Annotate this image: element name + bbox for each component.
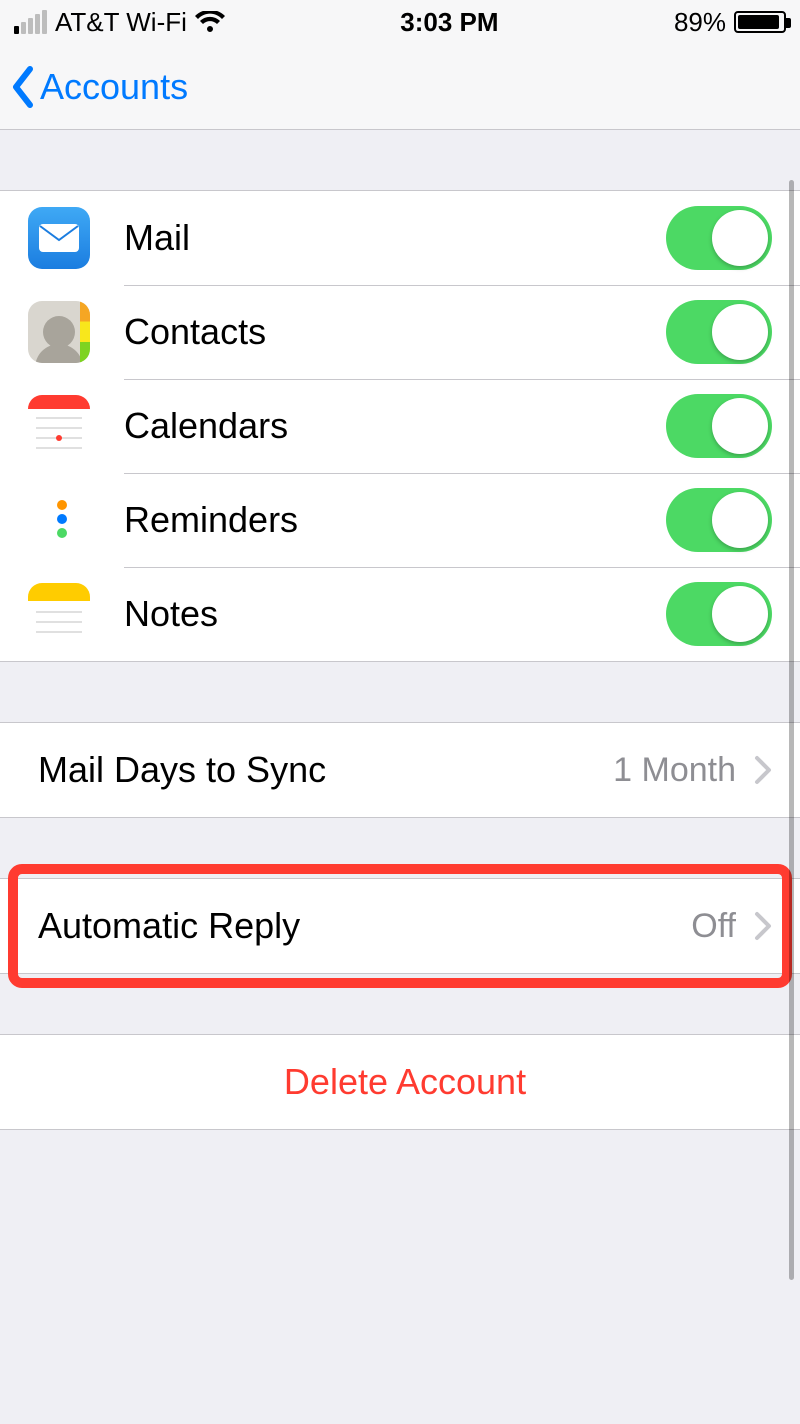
toggle-contacts[interactable] [666,300,772,364]
battery-icon [734,11,786,33]
section-spacer [0,130,800,190]
battery-percent: 89% [674,7,726,38]
back-button[interactable]: Accounts [10,65,188,109]
section-spacer [0,974,800,1034]
service-label: Contacts [124,311,666,353]
mail-icon [28,207,90,269]
section-spacer [0,662,800,722]
nav-bar: Accounts [0,44,800,130]
service-row-calendars: Calendars [0,379,800,473]
auto-reply-label: Automatic Reply [38,905,691,947]
toggle-notes[interactable] [666,582,772,646]
sync-value: 1 Month [613,751,736,790]
chevron-right-icon [754,755,772,785]
service-row-notes: Notes [0,567,800,661]
service-label: Notes [124,593,666,635]
cellular-signal-icon [14,10,47,34]
status-time: 3:03 PM [400,7,498,38]
status-left: AT&T Wi-Fi [14,7,225,38]
notes-icon [28,583,90,645]
carrier-label: AT&T Wi-Fi [55,7,187,38]
toggle-mail[interactable] [666,206,772,270]
contacts-icon [28,301,90,363]
service-label: Reminders [124,499,666,541]
chevron-left-icon [10,65,38,109]
status-bar: AT&T Wi-Fi 3:03 PM 89% [0,0,800,44]
scroll-indicator[interactable] [789,180,794,1280]
chevron-right-icon [754,911,772,941]
auto-reply-value: Off [691,907,736,946]
sync-section: Mail Days to Sync 1 Month [0,722,800,818]
mail-days-to-sync-row[interactable]: Mail Days to Sync 1 Month [0,723,800,817]
delete-account-button[interactable]: Delete Account [0,1035,800,1129]
automatic-reply-highlight: Automatic Reply Off [0,878,800,974]
back-label: Accounts [40,66,188,108]
service-label: Mail [124,217,666,259]
delete-label: Delete Account [284,1061,526,1103]
auto-reply-section: Automatic Reply Off [0,878,800,974]
reminders-icon [28,489,90,551]
sync-label: Mail Days to Sync [38,749,613,791]
wifi-icon [195,11,225,33]
status-right: 89% [674,7,786,38]
calendar-icon [28,395,90,457]
service-row-contacts: Contacts [0,285,800,379]
toggle-reminders[interactable] [666,488,772,552]
automatic-reply-row[interactable]: Automatic Reply Off [0,879,800,973]
delete-section: Delete Account [0,1034,800,1130]
service-row-reminders: Reminders [0,473,800,567]
service-row-mail: Mail [0,191,800,285]
service-label: Calendars [124,405,666,447]
section-spacer [0,818,800,878]
toggle-calendars[interactable] [666,394,772,458]
services-section: Mail Contacts Calendars Reminders Notes [0,190,800,662]
